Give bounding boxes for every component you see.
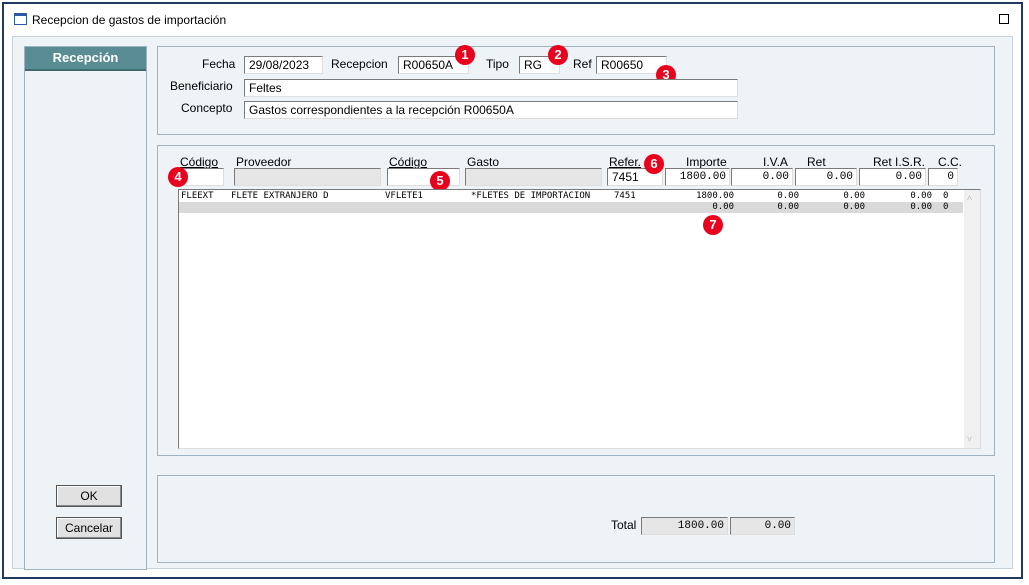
window-title: Recepcion de gastos de importación [32, 13, 227, 27]
col-header-importe: Importe [686, 155, 727, 169]
cell-cc: 0 [943, 191, 949, 201]
ret-isr-input[interactable]: 0.00 [859, 168, 926, 186]
cell-iva: 0.00 [777, 202, 799, 212]
concepto-field[interactable]: Gastos correspondientes a la recepción R… [244, 101, 738, 119]
iva-input[interactable]: 0.00 [731, 168, 793, 186]
client-area: Recepción OK Cancelar Fecha 29/08/2023 R… [12, 36, 1013, 570]
col-header-iva: I.V.A [763, 155, 788, 169]
window-icon [14, 13, 27, 25]
marker-5: 5 [430, 171, 450, 191]
tipo-label: Tipo [486, 57, 509, 71]
cell-proveedor: FLETE EXTRANJERO D [231, 191, 329, 201]
cell-refer: 7451 [614, 191, 636, 201]
total-iva-field: 0.00 [730, 517, 795, 535]
marker-1: 1 [455, 45, 475, 65]
grid-scrollbar[interactable]: ˄ ˅ [964, 190, 980, 448]
maximize-button[interactable] [999, 14, 1009, 24]
totals-panel: Total 1800.00 0.00 [157, 475, 995, 563]
cancel-button[interactable]: Cancelar [56, 517, 122, 539]
table-row[interactable]: FLEEXT FLETE EXTRANJERO D VFLETE1 *FLETE… [179, 191, 963, 202]
col-header-proveedor: Proveedor [236, 155, 292, 169]
col-header-codigo-proveedor: Código [180, 155, 219, 169]
tab-recepcion[interactable]: Recepción [25, 47, 146, 71]
fecha-label: Fecha [202, 57, 236, 71]
cell-codigo-proveedor: FLEEXT [181, 191, 214, 201]
beneficiario-label: Beneficiario [170, 79, 233, 93]
total-label: Total [611, 518, 637, 532]
detail-panel: Código Proveedor Código Gasto Refer. Imp… [157, 145, 995, 456]
col-header-ret-isr: Ret I.S.R. [873, 155, 926, 169]
cell-importe: 0.00 [712, 202, 734, 212]
cc-input[interactable]: 0 [928, 168, 958, 186]
scroll-down-icon[interactable]: ˅ [967, 434, 972, 445]
table-row[interactable]: 0.00 0.00 0.00 0.00 0 [179, 202, 963, 213]
cell-ret: 0.00 [843, 191, 865, 201]
scroll-up-icon[interactable]: ˄ [967, 193, 972, 204]
importe-input[interactable]: 1800.00 [665, 168, 730, 186]
cell-importe: 1800.00 [696, 191, 734, 201]
proveedor-input [234, 168, 381, 186]
recepcion-label: Recepcion [331, 57, 388, 71]
ret-input[interactable]: 0.00 [795, 168, 857, 186]
marker-6: 6 [644, 154, 664, 174]
title-bar: Recepcion de gastos de importación [4, 4, 1021, 32]
col-header-ret: Ret [807, 155, 826, 169]
app-window: Recepcion de gastos de importación Recep… [2, 2, 1023, 579]
col-header-codigo-gasto: Código [389, 155, 428, 169]
col-header-gasto: Gasto [467, 155, 500, 169]
col-header-refer: Refer. [609, 155, 642, 169]
beneficiario-field[interactable]: Feltes [244, 79, 738, 97]
cell-gasto: *FLETES DE IMPORTACION [471, 191, 591, 201]
cell-ret-isr: 0.00 [910, 191, 932, 201]
fecha-field[interactable]: 29/08/2023 [244, 56, 323, 74]
header-panel: Fecha 29/08/2023 Recepcion R00650A 1 Tip… [157, 45, 995, 135]
cell-ret: 0.00 [843, 202, 865, 212]
left-panel: Recepción OK Cancelar [24, 46, 147, 570]
detail-grid[interactable]: FLEEXT FLETE EXTRANJERO D VFLETE1 *FLETE… [178, 189, 981, 449]
cell-codigo-gasto: VFLETE1 [385, 191, 423, 201]
gasto-input [465, 168, 602, 186]
ok-button[interactable]: OK [56, 485, 122, 507]
concepto-label: Concepto [181, 101, 233, 115]
cell-iva: 0.00 [777, 191, 799, 201]
total-importe-field: 1800.00 [641, 517, 728, 535]
ref-label: Ref [573, 57, 592, 71]
cell-cc: 0 [943, 202, 949, 212]
cell-ret-isr: 0.00 [910, 202, 932, 212]
col-header-cc: C.C. [938, 155, 962, 169]
marker-7: 7 [703, 215, 723, 235]
marker-4: 4 [168, 167, 188, 187]
marker-2: 2 [548, 45, 568, 65]
